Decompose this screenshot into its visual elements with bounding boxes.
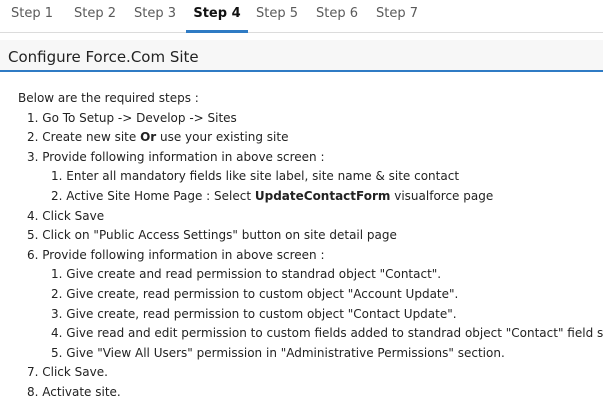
step-3: 3. Provide following information in abov… <box>27 149 325 164</box>
instructions-intro: Below are the required steps : <box>18 91 199 105</box>
tab-step-3[interactable]: Step 3 <box>125 0 185 30</box>
step-6-4: 4. Give read and edit permission to cust… <box>51 326 603 341</box>
instructions: Below are the required steps : 1. Go To … <box>18 89 603 403</box>
wizard-tabs: Step 1 Step 2 Step 3 Step 4 Step 5 Step … <box>0 0 603 33</box>
step-6-1: 1. Give create and read permission to st… <box>51 267 442 282</box>
step-2-text: 2. Create new site <box>27 130 141 145</box>
step-8: 8. Activate site. <box>27 384 121 399</box>
step-2-text-end: use your existing site <box>156 130 289 145</box>
step-6: 6. Provide following information in abov… <box>27 247 325 262</box>
section-title: Configure Force.Com Site <box>0 40 603 72</box>
tab-step-6[interactable]: Step 6 <box>307 0 367 30</box>
step-6-2: 2. Give create, read permission to custo… <box>51 286 459 301</box>
tab-step-5[interactable]: Step 5 <box>247 0 307 30</box>
step-7: 7. Click Save. <box>27 365 108 380</box>
step-3-2-text: 2. Active Site Home Page : Select <box>51 188 255 203</box>
tab-step-1[interactable]: Step 1 <box>2 0 62 30</box>
step-2-emphasis: Or <box>140 130 157 145</box>
tab-step-4[interactable]: Step 4 <box>186 0 248 33</box>
step-3-1: 1. Enter all mandatory fields like site … <box>51 169 460 184</box>
step-3-2: 2. Active Site Home Page : Select Update… <box>18 187 598 207</box>
step-3-2-emphasis: UpdateContactForm <box>254 188 391 203</box>
tab-step-7[interactable]: Step 7 <box>367 0 427 30</box>
step-2: 2. Create new site Or use your existing … <box>18 128 598 148</box>
step-1: 1. Go To Setup -> Develop -> Sites <box>27 110 237 125</box>
step-3-2-text-end: visualforce page <box>390 188 494 203</box>
step-5: 5. Click on "Public Access Settings" but… <box>27 228 397 243</box>
step-6-5: 5. Give "View All Users" permission in "… <box>51 345 505 360</box>
tab-step-2[interactable]: Step 2 <box>64 0 126 30</box>
step-4: 4. Click Save <box>27 208 105 223</box>
step-6-3: 3. Give create, read permission to custo… <box>51 306 457 321</box>
